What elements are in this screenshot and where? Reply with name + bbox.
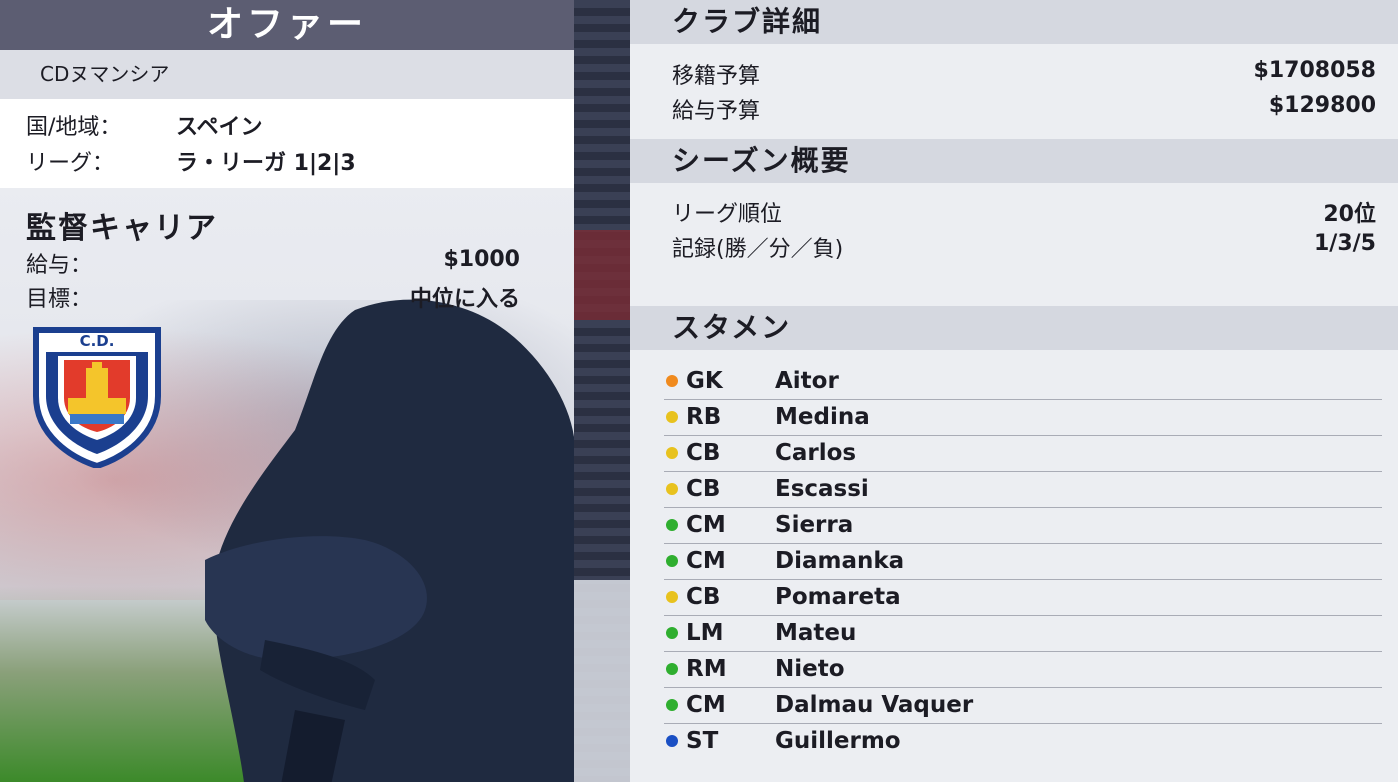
league-value: ラ・リーガ 1|2|3: [176, 151, 356, 176]
record-label: 記録(勝／分／負): [672, 237, 844, 262]
player-name: Sierra: [775, 512, 854, 538]
player-position: GK: [686, 368, 723, 394]
lineup-row: CB Pomareta: [664, 580, 1382, 616]
player-position: RB: [686, 404, 722, 430]
league-rank-row: リーグ順位 20位: [672, 196, 1376, 228]
lineup-row: GK Aitor: [664, 364, 1382, 400]
crest-top-text: C.D.: [80, 332, 115, 350]
country-value: スペイン: [176, 115, 263, 140]
position-color-dot: [666, 411, 678, 423]
player-name: Aitor: [775, 368, 839, 394]
club-info-box: 国/地域： スペイン リーグ： ラ・リーガ 1|2|3: [0, 99, 574, 188]
stadium-red-section: [574, 230, 630, 320]
lineup-row: CM Diamanka: [664, 544, 1382, 580]
player-position: CM: [686, 548, 726, 574]
league-rank-label: リーグ順位: [672, 202, 783, 227]
player-name: Nieto: [775, 656, 845, 682]
position-color-dot: [666, 735, 678, 747]
offer-title: オファー: [0, 0, 574, 50]
club-details-panel: クラブ詳細 移籍予算 $1708058 給与予算 $129800 シーズン概要 …: [630, 0, 1398, 782]
goal-value: 中位に入る: [409, 287, 520, 312]
position-color-dot: [666, 519, 678, 531]
record-value: 1/3/5: [1314, 231, 1376, 256]
club-name: CDヌマンシア: [0, 50, 574, 99]
league-row: リーグ： ラ・リーガ 1|2|3: [26, 145, 356, 177]
country-row: 国/地域： スペイン: [26, 109, 262, 141]
lineup-row: RB Medina: [664, 400, 1382, 436]
position-color-dot: [666, 699, 678, 711]
lineup-row: ST Guillermo: [664, 724, 1382, 759]
manager-silhouette-image: [205, 299, 574, 782]
position-color-dot: [666, 483, 678, 495]
position-color-dot: [666, 375, 678, 387]
player-name: Mateu: [775, 620, 857, 646]
country-label: 国/地域：: [26, 115, 122, 140]
record-row: 記録(勝／分／負) 1/3/5: [672, 231, 1376, 263]
lineup-row: CM Dalmau Vaquer: [664, 688, 1382, 724]
club-details-title: クラブ詳細: [630, 0, 1398, 44]
player-position: LM: [686, 620, 724, 646]
salary-label: 給与：: [26, 253, 93, 278]
career-title: 監督キャリア: [26, 211, 218, 246]
position-color-dot: [666, 663, 678, 675]
offer-panel: オファー CDヌマンシア 国/地域： スペイン リーグ： ラ・リーガ 1|2|3 監…: [0, 0, 574, 782]
lineup-row: CB Carlos: [664, 436, 1382, 472]
season-summary-title: シーズン概要: [630, 139, 1398, 183]
player-position: CB: [686, 584, 721, 610]
wage-budget-label: 給与予算: [672, 99, 761, 124]
league-label: リーグ：: [26, 151, 115, 176]
player-position: RM: [686, 656, 727, 682]
player-name: Carlos: [775, 440, 857, 466]
player-position: CB: [686, 440, 721, 466]
transfer-budget-row: 移籍予算 $1708058: [672, 58, 1376, 90]
goal-row: 目標： 中位に入る: [26, 281, 520, 313]
player-name: Escassi: [775, 476, 869, 502]
player-position: CM: [686, 512, 726, 538]
position-color-dot: [666, 555, 678, 567]
position-color-dot: [666, 591, 678, 603]
league-rank-value: 20位: [1323, 202, 1376, 227]
player-position: CB: [686, 476, 721, 502]
transfer-budget-value: $1708058: [1253, 58, 1376, 83]
goal-label: 目標：: [26, 287, 93, 312]
lineup-row: CB Escassi: [664, 472, 1382, 508]
salary-value: $1000: [443, 247, 520, 272]
transfer-budget-label: 移籍予算: [672, 64, 761, 89]
wage-budget-value: $129800: [1268, 93, 1376, 118]
lineup-row: LM Mateu: [664, 616, 1382, 652]
stadium-light-section: [574, 580, 630, 782]
wage-budget-row: 給与予算 $129800: [672, 93, 1376, 125]
position-color-dot: [666, 447, 678, 459]
salary-row: 給与： $1000: [26, 247, 520, 279]
player-position: ST: [686, 728, 719, 754]
stadium-background-strip: [574, 0, 630, 782]
lineup-row: RM Nieto: [664, 652, 1382, 688]
player-name: Dalmau Vaquer: [775, 692, 974, 718]
player-name: Guillermo: [775, 728, 901, 754]
lineup-list: GK Aitor RB Medina CB Carlos CB Escassi …: [630, 364, 1398, 759]
lineup-row: CM Sierra: [664, 508, 1382, 544]
player-name: Medina: [775, 404, 870, 430]
position-color-dot: [666, 627, 678, 639]
club-crest-logo: C.D.: [33, 327, 161, 468]
player-position: CM: [686, 692, 726, 718]
lineup-title: スタメン: [630, 306, 1398, 350]
player-name: Diamanka: [775, 548, 905, 574]
player-name: Pomareta: [775, 584, 901, 610]
